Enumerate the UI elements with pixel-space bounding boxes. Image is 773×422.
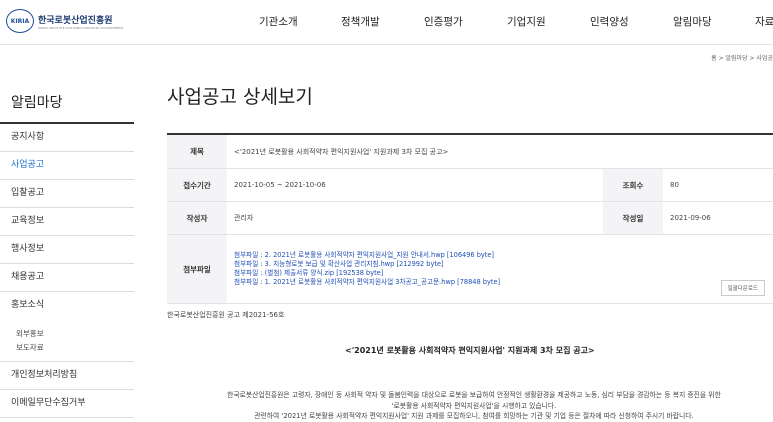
- attachment-link[interactable]: 첨부파일 : 3. 지능형로봇 보급 및 확산사업 관리지침.hwp [2129…: [234, 260, 444, 269]
- sidebar-subitem-press-release[interactable]: 보도자료: [16, 341, 134, 355]
- date-label: 작성일: [603, 202, 663, 234]
- nav-item-policy[interactable]: 정책개발: [341, 14, 380, 29]
- views-value: 80: [670, 181, 679, 189]
- sidebar-subitem-external-pr[interactable]: 외부홍보: [16, 327, 134, 341]
- files-label: 첨부파일: [167, 235, 227, 303]
- body-line: 한국로봇산업진흥원은 고령자, 장애인 등 사회적 약자 및 돌봄인력을 대상으…: [227, 391, 721, 399]
- sidebar-item-recruitment[interactable]: 채용공고: [0, 264, 134, 292]
- attachment-link[interactable]: 첨부파일 : 2. 2021년 로봇활용 사회적약자 편익지원사업_지원 안내서…: [234, 251, 494, 260]
- sidebar-subitems: 외부홍보 보도자료: [0, 319, 134, 362]
- nav-item-business-support[interactable]: 기업지원: [507, 14, 546, 29]
- announcement-number: 한국로봇산업진흥원 공고 제2021-56호: [167, 311, 285, 319]
- announcement-headline: <'2021년 로봇활용 사회적약자 편익지원사업' 지원과제 3차 모집 공고…: [345, 346, 595, 355]
- nav-item-certification[interactable]: 인증평가: [424, 14, 463, 29]
- files-list: 첨부파일 : 2. 2021년 로봇활용 사회적약자 편익지원사업_지원 안내서…: [227, 235, 773, 303]
- sidebar-item-events[interactable]: 행사정보: [0, 236, 134, 264]
- attachment-link[interactable]: 첨부파일 : 1. 2021년 로봇활용 사회적약자 편익지원사업 3차공고_공…: [234, 278, 500, 287]
- nav-item-training[interactable]: 인력양성: [590, 14, 629, 29]
- download-all-button[interactable]: 일괄다운로드: [720, 280, 765, 296]
- title-row: 제목 <'2021년 로봇활용 사회적약자 편익지원사업' 지원과제 3차 모집…: [167, 135, 773, 169]
- date-value: 2021-09-06: [670, 214, 711, 222]
- page-title: 사업공고 상세보기: [167, 86, 313, 108]
- period-value: 2021-10-05 ~ 2021-10-06: [234, 181, 326, 189]
- views-label: 조회수: [603, 169, 663, 201]
- sidebar-item-bids[interactable]: 입찰공고: [0, 180, 134, 208]
- notice-detail-table: 제목 <'2021년 로봇활용 사회적약자 편익지원사업' 지원과제 3차 모집…: [167, 133, 773, 304]
- period-row: 접수기간 2021-10-05 ~ 2021-10-06 조회수 80: [167, 169, 773, 202]
- announcement-body: 한국로봇산업진흥원은 고령자, 장애인 등 사회적 약자 및 돌봄인력을 대상으…: [175, 390, 773, 422]
- period-label: 접수기간: [167, 169, 227, 201]
- nav-item-about[interactable]: 기관소개: [259, 14, 298, 29]
- attachment-link[interactable]: 첨부파일 : (별첨) 제출서류 양식.zip [192538 byte]: [234, 269, 383, 278]
- sidebar-item-pr-news[interactable]: 홍보소식: [0, 292, 134, 319]
- title-label: 제목: [167, 135, 227, 168]
- main-nav: 기관소개 정책개발 인증평가 기업지원 인력양성 알림마당 자료: [0, 14, 773, 30]
- sidebar-item-business-notices[interactable]: 사업공고: [0, 152, 134, 180]
- files-row: 첨부파일 첨부파일 : 2. 2021년 로봇활용 사회적약자 편익지원사업_지…: [167, 235, 773, 304]
- sidebar-title: 알림마당: [0, 80, 134, 124]
- author-label: 작성자: [167, 202, 227, 234]
- author-value: 관리자: [234, 214, 254, 222]
- body-line: '로봇활용 사회적약자 편익지원사업'을 시행하고 있습니다.: [391, 401, 557, 410]
- nav-item-resources[interactable]: 자료: [755, 14, 773, 29]
- sidebar-item-notices[interactable]: 공지사항: [0, 124, 134, 152]
- sidebar: 알림마당 공지사항 사업공고 입찰공고 교육정보 행사정보 채용공고 홍보소식 …: [0, 80, 134, 418]
- sidebar-item-privacy-policy[interactable]: 개인정보처리방침: [0, 362, 134, 390]
- title-value: <'2021년 로봇활용 사회적약자 편익지원사업' 지원과제 3차 모집 공고…: [234, 147, 449, 156]
- sidebar-item-education[interactable]: 교육정보: [0, 208, 134, 236]
- nav-item-notice[interactable]: 알림마당: [673, 14, 712, 29]
- author-row: 작성자 관리자 작성일 2021-09-06: [167, 202, 773, 235]
- site-header: KIRIA 한국로봇산업진흥원 KOREA INSTITUTE FOR ROBO…: [0, 0, 773, 45]
- body-line: 관련하여 '2021년 로봇활용 사회적약자 편익지원사업' 지원 과제를 모집…: [254, 412, 694, 420]
- sidebar-item-email-policy[interactable]: 이메일무단수집거부: [0, 390, 134, 418]
- breadcrumb: 홈 > 알림마당 > 사업공: [711, 55, 773, 62]
